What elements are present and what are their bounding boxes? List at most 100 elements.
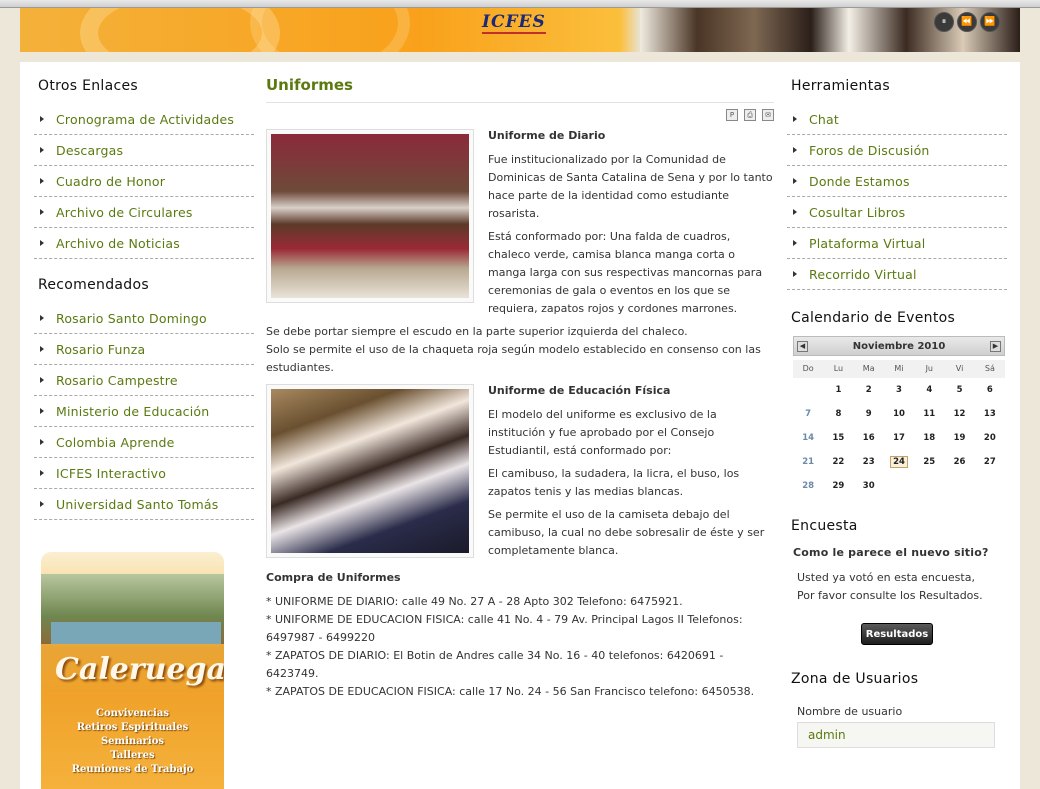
rewind-icon[interactable]: ⏪ <box>957 12 977 32</box>
link-colombia-aprende[interactable]: Colombia Aprende <box>56 435 175 450</box>
calendar-day[interactable]: 21 <box>793 450 823 474</box>
link-plataforma-virtual[interactable]: Plataforma Virtual <box>809 236 925 251</box>
calendar-day[interactable]: 1 <box>823 378 853 402</box>
print-icon[interactable]: ⎙ <box>744 109 756 121</box>
list-item: Universidad Santo Tomás <box>34 489 254 520</box>
bullet-arrow-icon <box>40 377 44 383</box>
chevron-left-icon[interactable]: ◀ <box>797 340 808 352</box>
calendar-day[interactable]: 14 <box>793 426 823 450</box>
calendar-day-number: 7 <box>805 409 812 419</box>
bullet-arrow-icon <box>40 209 44 215</box>
calendar-empty-cell <box>975 474 1005 498</box>
link-rosario-campestre[interactable]: Rosario Campestre <box>56 373 178 388</box>
calendar-day[interactable]: 12 <box>944 402 974 426</box>
calendar-day[interactable]: 19 <box>944 426 974 450</box>
calendar-empty-cell <box>944 474 974 498</box>
calendar-day-number: 27 <box>983 457 996 467</box>
email-icon[interactable]: ✉ <box>762 109 774 121</box>
calendar-day[interactable]: 30 <box>854 474 884 498</box>
calendar-day-header: Ma <box>853 360 884 378</box>
calendar-day[interactable]: 25 <box>914 450 944 474</box>
link-cronograma[interactable]: Cronograma de Actividades <box>56 112 234 127</box>
page-title: Uniformes <box>266 72 774 103</box>
recomendados-list: Rosario Santo Domingo Rosario Funza Rosa… <box>34 303 254 520</box>
calendar-day[interactable]: 4 <box>914 378 944 402</box>
link-donde-estamos[interactable]: Donde Estamos <box>809 174 910 189</box>
calendar-day[interactable]: 3 <box>884 378 914 402</box>
purchase-line: * UNIFORME DE DIARIO: calle 49 No. 27 A … <box>266 595 683 608</box>
calendar-day[interactable]: 5 <box>944 378 974 402</box>
list-item: Cosultar Libros <box>787 197 1007 228</box>
link-universidad-santo-tomas[interactable]: Universidad Santo Tomás <box>56 497 218 512</box>
fast-forward-icon[interactable]: ⏩ <box>980 12 1000 32</box>
pause-icon[interactable]: ⏸ <box>934 12 954 32</box>
chevron-right-icon[interactable]: ▶ <box>989 340 1001 352</box>
ad-service: Convivencias <box>96 708 169 719</box>
list-item: Archivo de Noticias <box>34 228 254 259</box>
username-field[interactable] <box>797 722 995 748</box>
list-item: Cuadro de Honor <box>34 166 254 197</box>
calendar-day[interactable]: 28 <box>793 474 823 498</box>
caleruega-ad-banner[interactable]: Caleruega Convivencias Retiros Espiritua… <box>41 552 224 789</box>
calendar-day[interactable]: 9 <box>854 402 884 426</box>
calendar-day[interactable]: 18 <box>914 426 944 450</box>
link-chat[interactable]: Chat <box>809 112 839 127</box>
right-sidebar: Herramientas Chat Foros de Discusión Don… <box>787 72 1007 748</box>
calendar-day-number: 28 <box>802 481 815 491</box>
calendar-day[interactable]: 24 <box>884 450 914 474</box>
calendar-day[interactable]: 23 <box>854 450 884 474</box>
link-cuadro-honor[interactable]: Cuadro de Honor <box>56 174 165 189</box>
ad-service: Reuniones de Trabajo <box>71 764 194 775</box>
link-foros[interactable]: Foros de Discusión <box>809 143 930 158</box>
module-title-otros-enlaces: Otros Enlaces <box>38 78 138 94</box>
link-recorrido-virtual[interactable]: Recorrido Virtual <box>809 267 917 282</box>
calendar-day[interactable]: 22 <box>823 450 853 474</box>
calendar-empty-cell <box>914 474 944 498</box>
bullet-arrow-icon <box>40 315 44 321</box>
section-uniforme-diario: Uniforme de Diario Fue institucionalizad… <box>266 127 774 382</box>
list-item: Colombia Aprende <box>34 427 254 458</box>
calendar-day[interactable]: 26 <box>944 450 974 474</box>
calendar-day[interactable]: 8 <box>823 402 853 426</box>
pdf-icon[interactable]: P <box>726 109 738 121</box>
calendar-day[interactable]: 7 <box>793 402 823 426</box>
calendar-day[interactable]: 16 <box>854 426 884 450</box>
calendar-day[interactable]: 27 <box>975 450 1005 474</box>
calendar-day[interactable]: 11 <box>914 402 944 426</box>
results-button[interactable]: Resultados <box>861 623 933 645</box>
calendar-day-number: 15 <box>832 433 845 443</box>
calendar-day-number: 29 <box>832 481 845 491</box>
calendar-day[interactable]: 29 <box>823 474 853 498</box>
header-banner: ICFES ⏸ ⏪ ⏩ <box>20 8 1020 52</box>
calendar-day-number: 5 <box>956 385 963 395</box>
link-rosario-funza[interactable]: Rosario Funza <box>56 342 145 357</box>
calendar-day-number: 16 <box>862 433 875 443</box>
link-archivo-noticias[interactable]: Archivo de Noticias <box>56 236 180 251</box>
calendar-day-number: 1 <box>835 385 842 395</box>
list-item: Foros de Discusión <box>787 135 1007 166</box>
link-icfes-interactivo[interactable]: ICFES Interactivo <box>56 466 166 481</box>
link-descargas[interactable]: Descargas <box>56 143 123 158</box>
link-consultar-libros[interactable]: Cosultar Libros <box>809 205 905 220</box>
calendar-day[interactable]: 6 <box>975 378 1005 402</box>
list-item: Rosario Santo Domingo <box>34 303 254 334</box>
purchase-line: * UNIFORME DE EDUCACION FISICA: calle 41… <box>266 613 743 644</box>
main-content: Uniformes P ⎙ ✉ Uniforme de Diario Fue i… <box>266 72 774 701</box>
calendar-day[interactable]: 13 <box>975 402 1005 426</box>
slideshow-controls: ⏸ ⏪ ⏩ <box>934 12 1000 32</box>
calendar-day[interactable]: 15 <box>823 426 853 450</box>
calendar-day[interactable]: 2 <box>854 378 884 402</box>
section-uniforme-educacion-fisica: Uniforme de Educación Física El modelo d… <box>266 382 774 565</box>
link-archivo-circulares[interactable]: Archivo de Circulares <box>56 205 193 220</box>
link-rosario-santo-domingo[interactable]: Rosario Santo Domingo <box>56 311 207 326</box>
list-item: Ministerio de Educación <box>34 396 254 427</box>
calendar-day[interactable]: 17 <box>884 426 914 450</box>
module-title-herramientas: Herramientas <box>791 78 890 94</box>
list-item: Chat <box>787 104 1007 135</box>
calendar-day-header: Mi <box>883 360 915 378</box>
calendar-day-number: 21 <box>802 457 815 467</box>
calendar-day[interactable]: 20 <box>975 426 1005 450</box>
calendar-day-header: Do <box>793 360 824 378</box>
calendar-day[interactable]: 10 <box>884 402 914 426</box>
link-ministerio-educacion[interactable]: Ministerio de Educación <box>56 404 209 419</box>
